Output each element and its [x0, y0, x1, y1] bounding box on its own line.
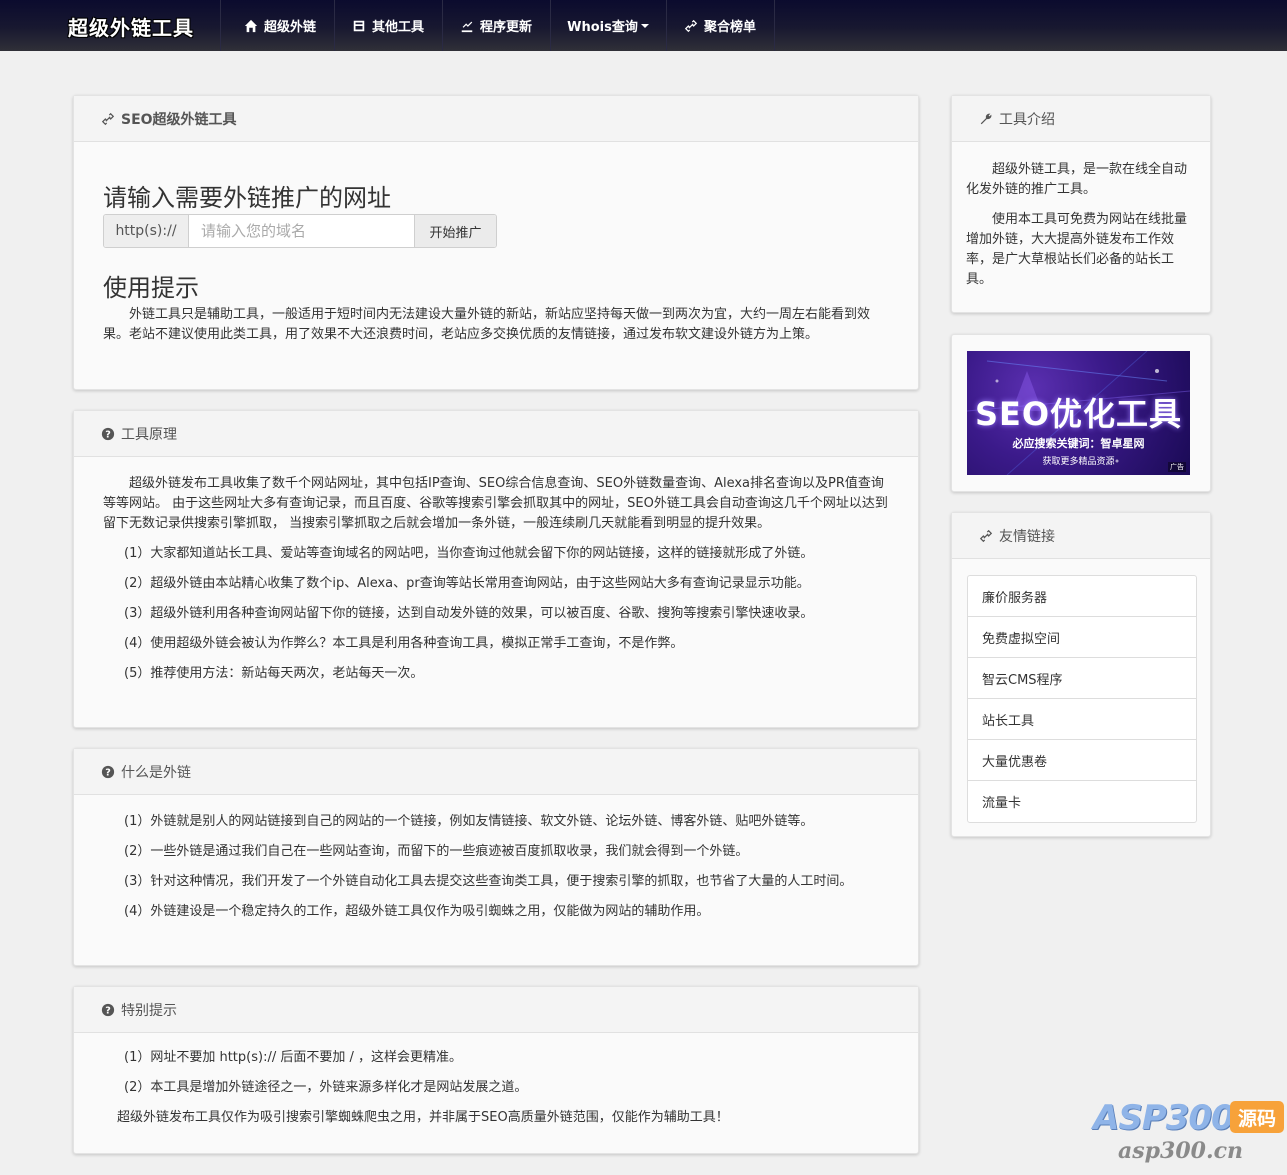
top-navbar: 超级外链工具 超级外链 其他工具 程序更新 Whois查询 聚合榜单	[0, 0, 1287, 51]
panel-heading: ? 特别提示	[74, 987, 918, 1033]
question-circle-icon: ?	[101, 427, 115, 440]
panel-title: SEO超级外链工具	[121, 111, 237, 128]
panel-title: 什么是外链	[121, 764, 191, 781]
friend-links-panel: 友情链接 廉价服务器 免费虚拟空间 智云CMS程序 站长工具 大量优惠卷 流量卡	[951, 512, 1211, 837]
link-icon	[684, 19, 698, 32]
box-icon	[353, 20, 365, 31]
tool-intro-panel: 工具介绍 超级外链工具，是一款在线全自动化发外链的推广工具。 使用本工具可免费为…	[951, 95, 1211, 313]
ad-subtitle: 必应搜索关键词：智卓星网	[1012, 437, 1145, 450]
chevron-down-icon	[640, 23, 649, 28]
protocol-addon: http(s)://	[104, 215, 189, 247]
panel-heading: SEO超级外链工具	[74, 96, 918, 142]
nav-item-other-tools[interactable]: 其他工具	[336, 0, 440, 51]
watermark-logo: ASP300	[1093, 1098, 1235, 1138]
url-input-group: http(s):// 开始推广	[103, 214, 497, 248]
nav-divider	[666, 0, 667, 51]
friend-links-list: 廉价服务器 免费虚拟空间 智云CMS程序 站长工具 大量优惠卷 流量卡	[967, 575, 1197, 823]
ad-tag: 广告	[1168, 462, 1186, 472]
list-item: (1）外链就是别人的网站链接到自己的网站的一个链接，例如友情链接、软文外链、论坛…	[124, 814, 814, 829]
nav-divider	[774, 0, 775, 51]
list-item: (3）超级外链利用各种查询网站留下你的链接，达到自动发外链的效果，可以被百度、谷…	[124, 606, 814, 621]
svg-text:?: ?	[105, 1005, 111, 1016]
list-item: (4）外链建设是一个稳定持久的工作，超级外链工具仅作为吸引蜘蛛之用，仅能做为网站…	[124, 904, 710, 919]
friend-link-item[interactable]: 免费虚拟空间	[968, 617, 1196, 658]
panel-heading: ? 什么是外链	[74, 749, 918, 795]
start-promotion-button[interactable]: 开始推广	[414, 215, 496, 247]
question-circle-icon: ?	[101, 765, 115, 778]
panel-title: 工具原理	[121, 426, 177, 443]
nav-divider	[334, 0, 335, 51]
nav-item-label: Whois查询	[567, 20, 638, 35]
watermark-badge: 源码	[1230, 1101, 1284, 1133]
external-link-body: (1）外链就是别人的网站链接到自己的网站的一个链接，例如友情链接、软文外链、论坛…	[103, 812, 893, 922]
tips-title: 使用提示	[103, 274, 199, 302]
list-item: (2）一些外链是通过我们自己在一些网站查询，而留下的一些痕迹被百度抓取收录，我们…	[124, 844, 749, 859]
question-circle-icon: ?	[101, 1003, 115, 1016]
nav-item-rankings[interactable]: 聚合榜单	[668, 0, 772, 51]
svg-text:?: ?	[105, 429, 111, 440]
panel-title: 友情链接	[999, 528, 1055, 545]
list-item: (1）网址不要加 http(s):// 后面不要加 / ，这样会更精准。	[124, 1050, 462, 1065]
nav-item-super-links[interactable]: 超级外链	[228, 0, 332, 51]
list-item: (2）超级外链由本站精心收集了数个ip、Alexa、pr查询等站长常用查询网站，…	[124, 576, 810, 591]
friend-link-item[interactable]: 廉价服务器	[968, 576, 1196, 617]
list-item: (4）使用超级外链会被认为作弊么？本工具是利用各种查询工具，模拟正常手工查询，不…	[124, 636, 684, 651]
nav-item-updates[interactable]: 程序更新	[444, 0, 548, 51]
nav-divider	[442, 0, 443, 51]
watermark-url: asp300.cn	[1118, 1138, 1243, 1164]
nav-item-label: 其他工具	[371, 20, 424, 35]
nav-item-label: 聚合榜单	[703, 20, 756, 35]
intro-paragraph: 使用本工具可免费为网站在线批量增加外链，大大提高外链发布工作效率，是广大草根站长…	[966, 212, 1188, 287]
special-tips-panel: ? 特别提示 (1）网址不要加 http(s):// 后面不要加 / ，这样会更…	[73, 986, 919, 1154]
svg-text:?: ?	[105, 767, 111, 778]
upload-icon	[461, 21, 473, 32]
tips-text: 外链工具只是辅助工具，一般适用于短时间内无法建设大量外链的新站，新站应坚持每天做…	[103, 307, 871, 342]
special-tips-footer: 超级外链发布工具仅作为吸引搜索引擎蜘蛛爬虫之用，并非属于SEO高质量外链范围，仅…	[117, 1110, 729, 1125]
ad-subtitle-secondary: 获取更多精品资源	[1042, 457, 1115, 467]
seo-tool-panel: SEO超级外链工具 请输入需要外链推广的网址 http(s):// 开始推广 使…	[73, 95, 919, 390]
list-item: (3）针对这种情况，我们开发了一个外链自动化工具去提交这些查询类工具，便于搜索引…	[124, 874, 853, 889]
panel-title: 特别提示	[121, 1002, 177, 1019]
what-is-external-link-panel: ? 什么是外链 (1）外链就是别人的网站链接到自己的网站的一个链接，例如友情链接…	[73, 748, 919, 966]
special-tips-body: (1）网址不要加 http(s):// 后面不要加 / ，这样会更精准。 (2）…	[103, 1048, 893, 1128]
panel-heading: 工具介绍	[952, 96, 1210, 142]
principle-panel: ? 工具原理 超级外链发布工具收集了数千个网站网址，其中包括IP查询、SEO综合…	[73, 410, 919, 728]
nav-item-label: 程序更新	[479, 20, 532, 35]
friend-link-item[interactable]: 站长工具	[968, 699, 1196, 740]
nav-item-whois[interactable]: Whois查询	[552, 0, 664, 51]
ad-banner[interactable]: SEO优化工具 必应搜索关键词：智卓星网 获取更多精品资源 广告	[967, 351, 1190, 475]
friend-link-item[interactable]: 流量卡	[968, 781, 1196, 822]
wrench-icon	[980, 113, 992, 124]
url-prompt-title: 请输入需要外链推广的网址	[103, 184, 391, 212]
panel-title: 工具介绍	[999, 111, 1055, 128]
principle-body: 超级外链发布工具收集了数千个网站网址，其中包括IP查询、SEO综合信息查询、SE…	[103, 474, 893, 684]
domain-input[interactable]	[189, 215, 414, 247]
ad-panel: SEO优化工具 必应搜索关键词：智卓星网 获取更多精品资源 广告	[951, 334, 1211, 492]
tool-intro-body: 超级外链工具，是一款在线全自动化发外链的推广工具。 使用本工具可免费为网站在线批…	[966, 160, 1194, 290]
panel-heading: 友情链接	[952, 513, 1210, 559]
home-icon	[244, 19, 258, 32]
friend-link-item[interactable]: 智云CMS程序	[968, 658, 1196, 699]
list-item: (2）本工具是增加外链途径之一，外链来源多样化才是网站发展之道。	[124, 1080, 528, 1095]
panel-heading: ? 工具原理	[74, 411, 918, 457]
link-icon	[101, 112, 115, 125]
site-brand[interactable]: 超级外链工具	[68, 12, 194, 41]
nav-item-label: 超级外链	[263, 20, 316, 35]
nav-divider	[550, 0, 551, 51]
friend-link-item[interactable]: 大量优惠卷	[968, 740, 1196, 781]
nav-divider	[220, 0, 221, 51]
ad-title: SEO优化工具	[974, 395, 1183, 433]
list-item: (1）大家都知道站长工具、爱站等查询域名的网站吧，当你查询过他就会留下你的网站链…	[124, 546, 814, 561]
link-icon	[979, 529, 993, 542]
list-item: (5）推荐使用方法：新站每天两次，老站每天一次。	[124, 666, 424, 681]
principle-intro: 超级外链发布工具收集了数千个网站网址，其中包括IP查询、SEO综合信息查询、SE…	[103, 476, 888, 531]
intro-paragraph: 超级外链工具，是一款在线全自动化发外链的推广工具。	[966, 162, 1188, 197]
